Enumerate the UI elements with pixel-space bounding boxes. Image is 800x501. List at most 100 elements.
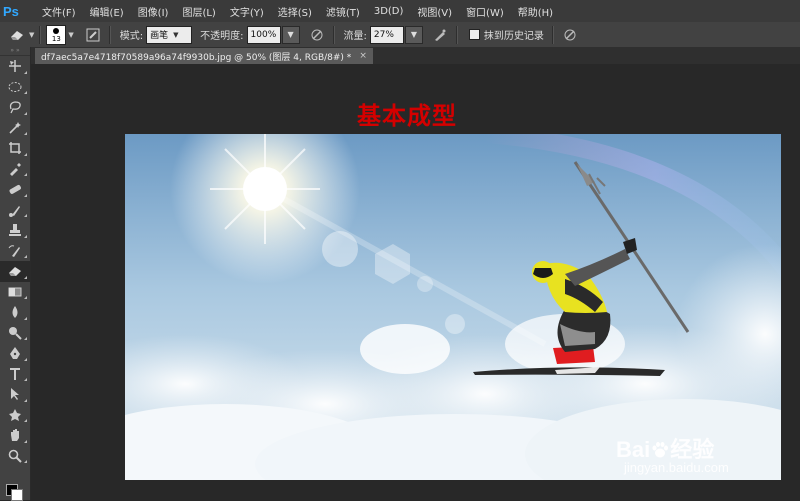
flow-field[interactable]: 27% (369, 25, 404, 44)
history-brush-tool[interactable] (0, 241, 30, 262)
separator (108, 25, 111, 44)
clone-stamp-tool[interactable] (0, 220, 30, 241)
path-selection-tool[interactable] (0, 384, 30, 405)
blur-icon (12, 306, 18, 319)
submenu-indicator (24, 337, 27, 340)
mode-dropdown[interactable]: 画笔 ▼ (146, 25, 193, 44)
submenu-indicator (24, 234, 27, 238)
baidu-jingyan-watermark: Bai 经验 jingyan.baidu.com (616, 432, 786, 482)
menu-view[interactable]: 视图(V) (410, 4, 459, 19)
mode-label: 模式: (119, 31, 144, 42)
blur-tool[interactable] (0, 302, 30, 323)
toolbox-grip[interactable]: » » (0, 47, 30, 56)
brush-panel-icon (86, 28, 100, 41)
menu-layer[interactable]: 图层(L) (175, 4, 222, 19)
mode-value: 画笔 (150, 31, 169, 41)
crop-tool[interactable] (0, 138, 30, 159)
submenu-indicator (24, 132, 27, 135)
crop-icon (9, 142, 21, 155)
opacity-label: 不透明度: (200, 31, 244, 42)
brush-panel-toggle[interactable] (82, 26, 104, 44)
menu-file[interactable]: 文件(F) (35, 4, 83, 19)
brush-icon (9, 205, 20, 217)
submenu-indicator (24, 357, 27, 361)
photoshop-logo: Ps (3, 3, 19, 19)
magic-wand-icon (9, 121, 21, 134)
stamp-icon (9, 224, 21, 237)
canvas-heading-text: 基本成型 (357, 102, 457, 130)
watermark-brand-jingyan: 经验 (670, 437, 715, 462)
opacity-value: 100% (250, 29, 277, 40)
background-color-swatch[interactable] (11, 489, 23, 501)
pressure-size-toggle[interactable] (559, 26, 581, 44)
menu-bar: Ps 文件(F) 编辑(E) 图像(I) 图层(L) 文字(Y) 选择(S) 滤… (0, 0, 800, 22)
pressure-pen-icon (564, 29, 576, 40)
airbrush-toggle[interactable] (429, 26, 451, 44)
document-image[interactable] (125, 134, 781, 480)
type-tool[interactable] (0, 364, 30, 385)
tool-list (0, 56, 30, 466)
path-selection-icon (11, 388, 19, 401)
healing-brush-tool[interactable] (0, 179, 30, 200)
submenu-indicator (24, 255, 27, 258)
lasso-tool[interactable] (0, 97, 30, 118)
history-brush-icon (8, 245, 20, 257)
separator (551, 25, 554, 44)
marquee-tool[interactable] (0, 77, 30, 98)
lasso-icon (9, 101, 21, 114)
menu-type[interactable]: 文字(Y) (223, 4, 271, 19)
eyedropper-tool[interactable] (0, 159, 30, 180)
chevron-down-icon[interactable]: ▼ (29, 31, 34, 39)
menu-window[interactable]: 窗口(W) (459, 4, 511, 19)
close-icon[interactable]: × (359, 51, 367, 61)
chevron-down-icon[interactable]: ▼ (68, 31, 73, 39)
opacity-slider-toggle[interactable]: ▼ (281, 25, 300, 44)
submenu-indicator (24, 460, 27, 463)
move-tool[interactable] (0, 56, 30, 77)
shape-icon (9, 408, 21, 421)
erase-history-label: 抹到历史记录 (483, 31, 544, 42)
separator (455, 25, 458, 44)
menu-edit[interactable]: 编辑(E) (83, 4, 131, 19)
zoom-tool[interactable] (0, 446, 30, 467)
menu-filter[interactable]: 滤镜(T) (319, 4, 367, 19)
elliptical-marquee-icon (8, 81, 22, 92)
flow-slider-toggle[interactable]: ▼ (404, 25, 423, 44)
menu-image[interactable]: 图像(I) (131, 4, 176, 19)
submenu-indicator (24, 398, 27, 402)
watermark-brand-bai: Bai (616, 437, 651, 462)
dodge-icon (9, 326, 22, 340)
submenu-indicator (24, 419, 27, 422)
opacity-field[interactable]: 100% (246, 25, 281, 44)
toolbox: » » (0, 47, 31, 501)
gradient-tool[interactable] (0, 282, 30, 303)
move-icon (9, 60, 21, 73)
brush-tool[interactable] (0, 200, 30, 221)
pressure-opacity-toggle[interactable] (306, 26, 328, 44)
submenu-indicator (24, 316, 27, 320)
menu-help[interactable]: 帮助(H) (511, 4, 560, 19)
shape-tool[interactable] (0, 405, 30, 426)
magic-wand-tool[interactable] (0, 118, 30, 139)
menu-3d[interactable]: 3D(D) (367, 6, 411, 17)
brush-size-value: 13 (51, 34, 61, 43)
separator (39, 25, 42, 44)
options-bar: ▼ 13 ▼ 模式: 画笔 ▼ 不透明度: 100% ▼ 流量: 27% ▼ 抹到… (0, 22, 800, 48)
eraser-icon (9, 267, 21, 277)
dodge-tool[interactable] (0, 323, 30, 344)
tool-preset-picker[interactable] (6, 26, 28, 44)
chevron-down-icon: ▼ (287, 30, 294, 39)
hand-tool[interactable] (0, 425, 30, 446)
hand-icon (11, 429, 19, 442)
brush-size-picker[interactable]: 13 (46, 24, 67, 45)
pen-tool[interactable] (0, 343, 30, 364)
canvas-area[interactable]: 基本成型 Bai 经验 jingyan.baidu.com (31, 64, 800, 500)
eraser-tool[interactable] (0, 261, 30, 282)
erase-history-checkbox[interactable] (468, 29, 480, 40)
pressure-pen-icon (311, 29, 323, 40)
type-icon (10, 367, 20, 380)
chevron-down-icon: ▼ (410, 30, 417, 39)
eraser-icon (11, 30, 23, 40)
menu-select[interactable]: 选择(S) (271, 4, 319, 19)
document-tab[interactable]: df7aec5a7e4718f70589a96a74f9930b.jpg @ 5… (35, 48, 373, 64)
